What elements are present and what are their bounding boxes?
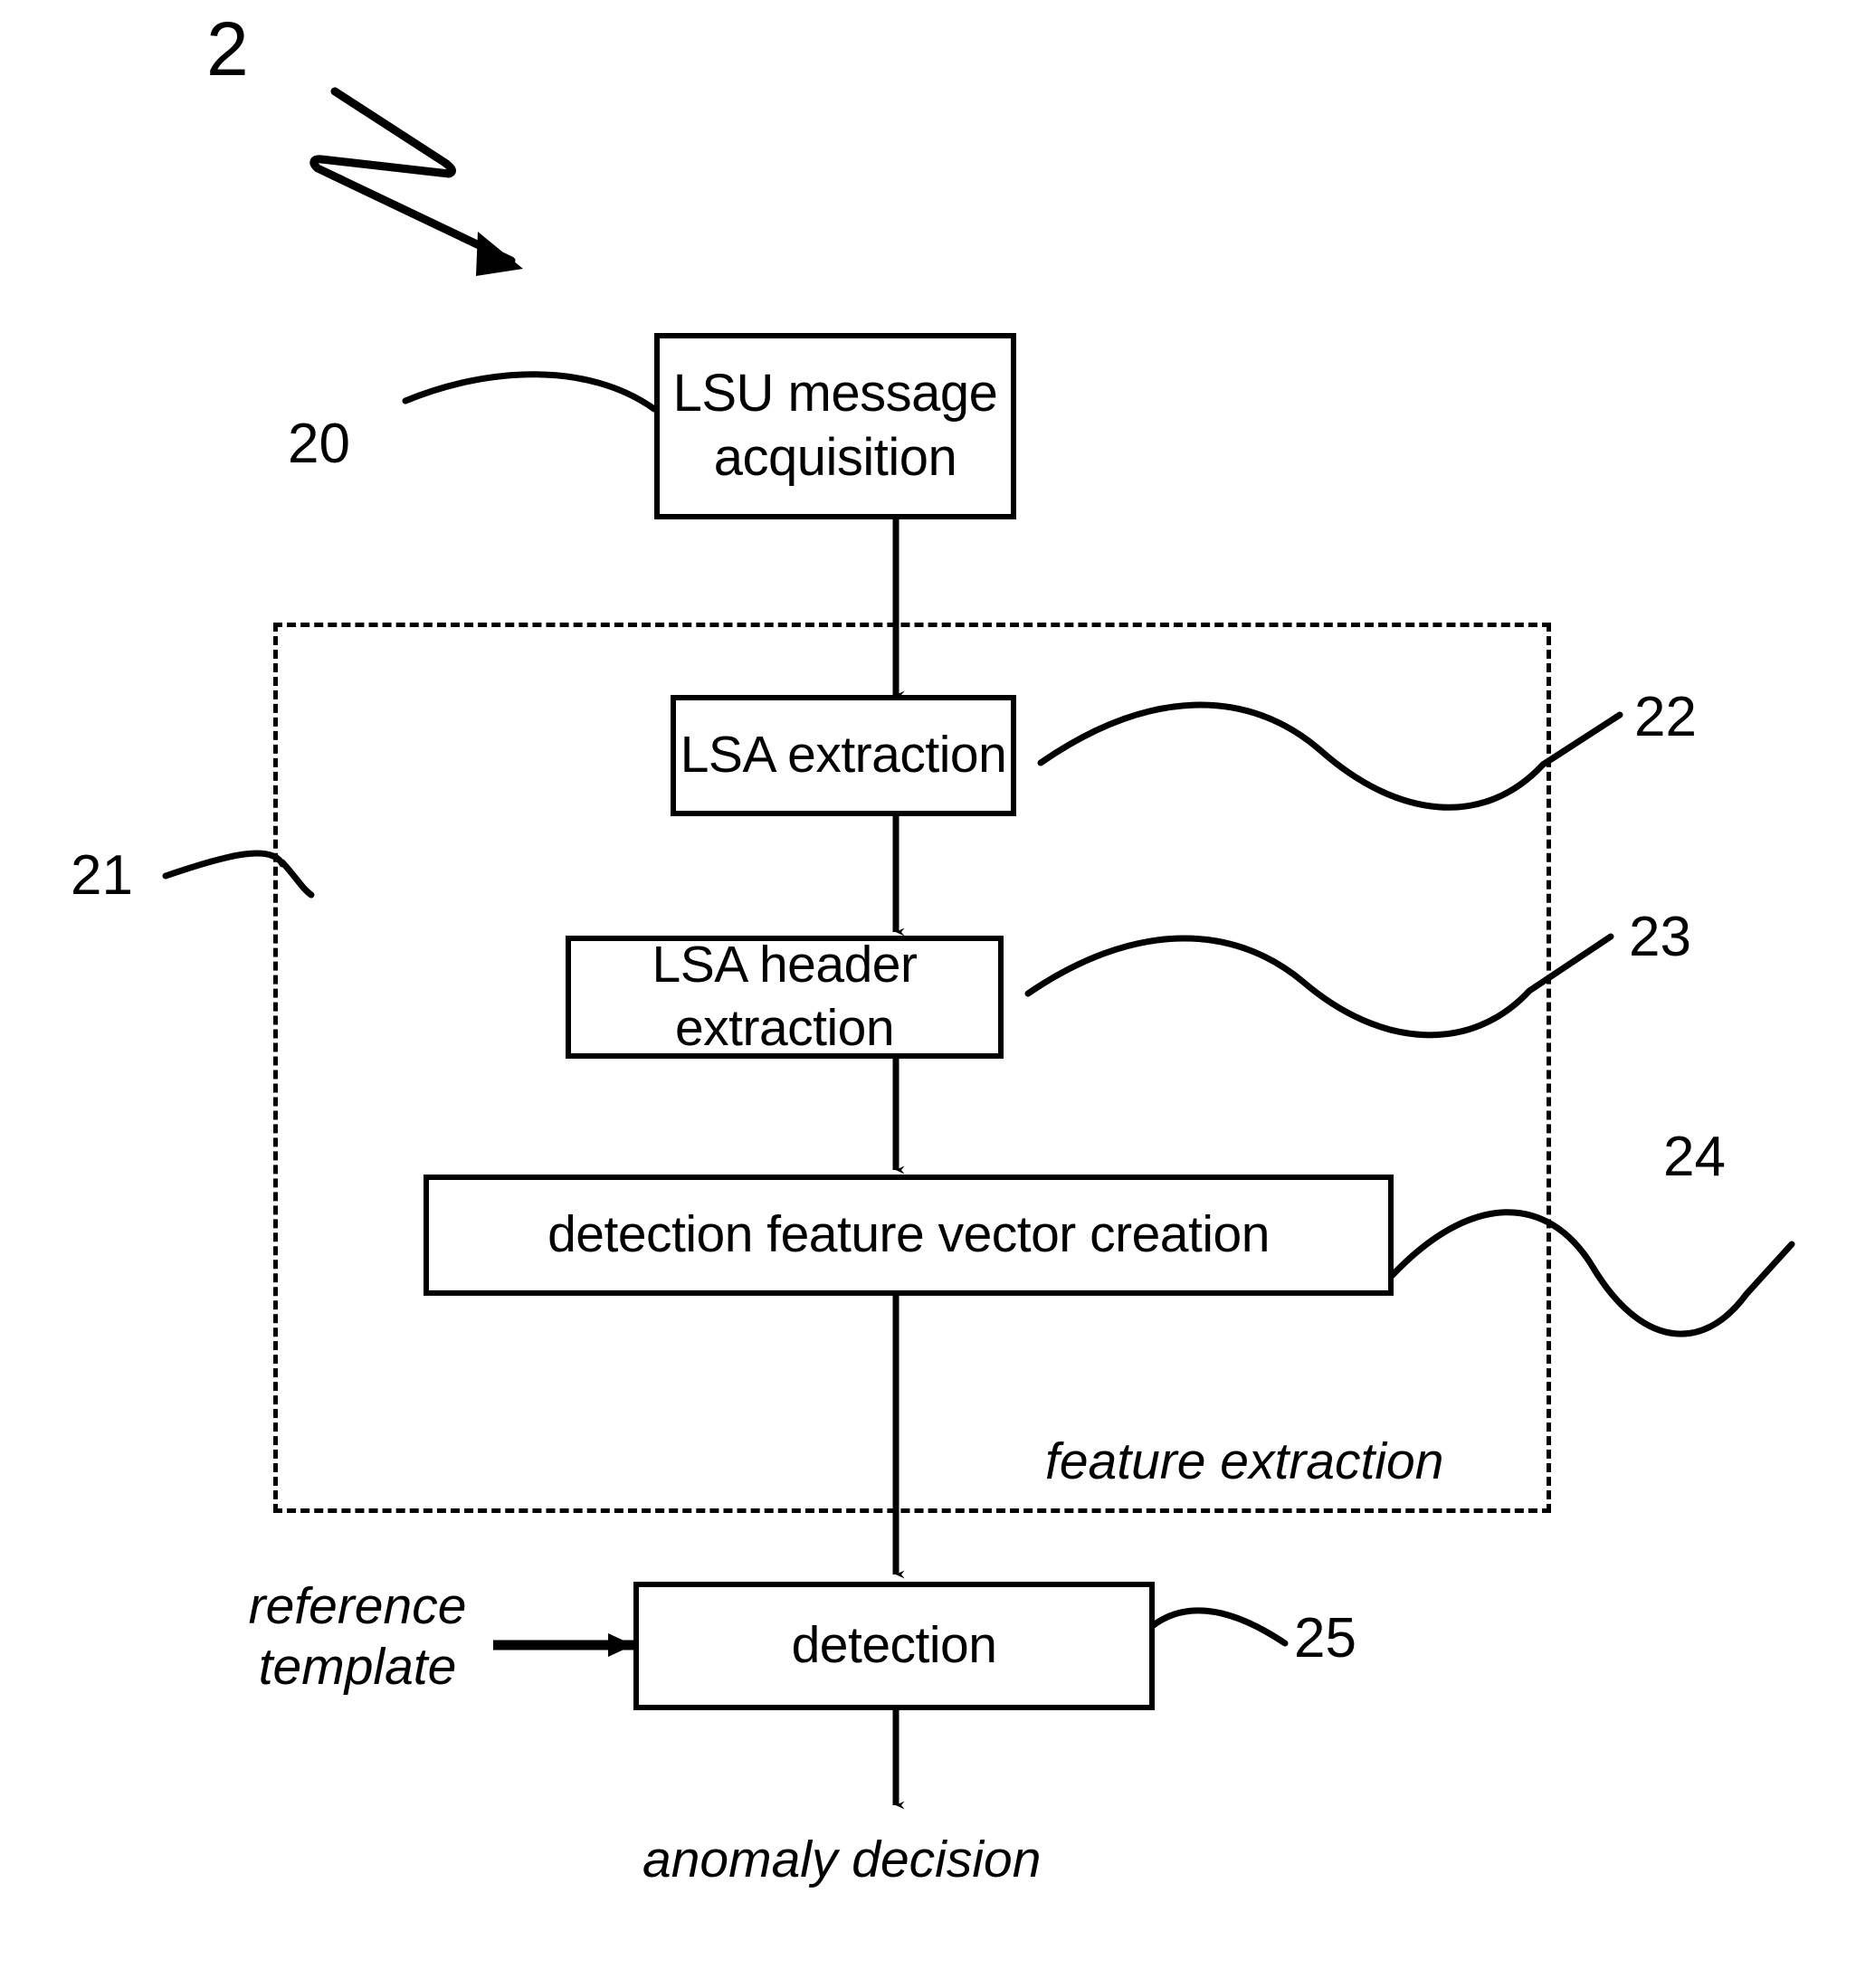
ref-number-25: 25 xyxy=(1294,1607,1356,1669)
node-detection-feature-vector-creation-label: detection feature vector creation xyxy=(547,1205,1270,1264)
node-detection-label: detection xyxy=(791,1616,997,1675)
node-lsu-message-acquisition-line2: acquisition xyxy=(713,428,957,487)
annotation-reference-template-line1: reference xyxy=(248,1577,467,1635)
node-lsa-extraction-label: LSA extraction xyxy=(680,726,1007,785)
node-lsa-header-extraction[interactable]: LSA header extraction xyxy=(566,936,1004,1059)
node-detection-feature-vector-creation[interactable]: detection feature vector creation xyxy=(424,1175,1394,1296)
ref-number-21: 21 xyxy=(71,844,133,907)
ref-number-20: 20 xyxy=(288,413,350,475)
annotation-reference-template-line2: template xyxy=(258,1638,457,1697)
ref-number-24: 24 xyxy=(1663,1126,1726,1188)
patent-figure-flowchart: LSU message acquisition LSA extraction L… xyxy=(0,0,1856,1988)
node-detection[interactable]: detection xyxy=(633,1582,1155,1710)
lead-line-20 xyxy=(402,371,658,413)
node-lsu-message-acquisition[interactable]: LSU message acquisition xyxy=(654,333,1016,519)
annotation-reference-template: reference template xyxy=(235,1576,480,1698)
lead-line-25 xyxy=(1147,1607,1289,1647)
ref-number-figure-2: 2 xyxy=(206,6,249,91)
group-caption-feature-extraction: feature extraction xyxy=(1045,1432,1444,1490)
ref-number-23: 23 xyxy=(1629,906,1691,968)
node-lsu-message-acquisition-line1: LSU message xyxy=(672,364,998,423)
node-lsa-extraction[interactable]: LSA extraction xyxy=(671,695,1016,816)
ref-number-22: 22 xyxy=(1634,686,1697,748)
figure-lead-line xyxy=(309,87,523,276)
node-lsa-header-extraction-label: LSA header extraction xyxy=(652,936,918,1057)
annotation-anomaly-decision: anomaly decision xyxy=(642,1831,1042,1888)
